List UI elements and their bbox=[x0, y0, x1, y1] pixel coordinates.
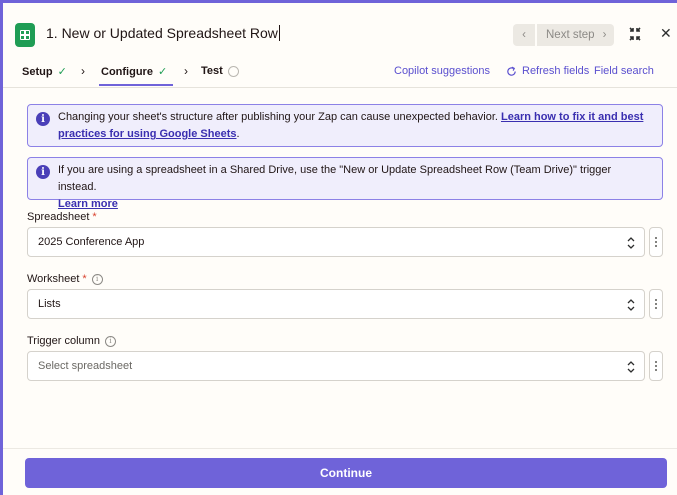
worksheet-select[interactable]: Lists bbox=[27, 289, 645, 319]
worksheet-label: Worksheet * i bbox=[27, 273, 103, 285]
spreadsheet-select[interactable]: 2025 Conference App bbox=[27, 227, 645, 257]
info-icon: i bbox=[36, 165, 50, 179]
step-tabs: Setup ✓ › Configure ✓ › Test Copilot sug… bbox=[3, 60, 677, 88]
check-icon: ✓ bbox=[157, 66, 168, 78]
worksheet-value: Lists bbox=[38, 298, 61, 310]
chevron-right-icon: › bbox=[602, 29, 607, 41]
continue-button[interactable]: Continue bbox=[25, 458, 667, 488]
tab-test-label: Test bbox=[201, 65, 223, 77]
notice-text: If you are using a spreadsheet in a Shar… bbox=[58, 164, 612, 210]
trigger-column-select[interactable]: Select spreadsheet bbox=[27, 351, 645, 381]
tab-configure-label: Configure bbox=[101, 65, 153, 78]
spreadsheet-options-button[interactable] bbox=[649, 227, 663, 257]
spreadsheet-value: 2025 Conference App bbox=[38, 236, 145, 248]
chevron-right-icon: › bbox=[184, 64, 188, 78]
required-marker: * bbox=[82, 273, 87, 285]
field-search-link[interactable]: Field search bbox=[594, 65, 654, 77]
step-title-input[interactable]: 1. New or Updated Spreadsheet Row bbox=[46, 25, 280, 41]
refresh-icon bbox=[507, 66, 516, 76]
trigger-column-label: Trigger column i bbox=[27, 335, 116, 347]
worksheet-options-button[interactable] bbox=[649, 289, 663, 319]
structure-warning-notice: i Changing your sheet's structure after … bbox=[27, 104, 663, 147]
step-header: 1. New or Updated Spreadsheet Row ‹ Next… bbox=[3, 3, 677, 60]
tab-setup[interactable]: Setup ✓ bbox=[22, 65, 67, 79]
close-icon[interactable]: ✕ bbox=[660, 25, 672, 42]
spreadsheet-label: Spreadsheet * bbox=[27, 211, 97, 223]
chevron-right-icon: › bbox=[81, 64, 85, 78]
chevron-up-down-icon bbox=[627, 361, 635, 373]
collapse-icon[interactable] bbox=[628, 26, 642, 42]
next-step-button[interactable]: Next step › bbox=[537, 24, 615, 46]
tab-setup-label: Setup bbox=[22, 65, 53, 78]
refresh-fields-button[interactable]: Refresh fields bbox=[506, 65, 589, 77]
next-step-label: Next step bbox=[546, 29, 595, 41]
info-circle-icon[interactable]: i bbox=[104, 335, 116, 347]
check-icon: ✓ bbox=[57, 66, 67, 78]
tab-configure[interactable]: Configure ✓ bbox=[101, 65, 168, 79]
required-marker: * bbox=[92, 211, 97, 223]
info-icon: i bbox=[36, 112, 50, 126]
chevron-up-down-icon bbox=[627, 299, 635, 311]
pending-circle-icon bbox=[227, 65, 239, 77]
shared-drive-notice: i If you are using a spreadsheet in a Sh… bbox=[27, 157, 663, 210]
google-sheets-icon bbox=[15, 23, 35, 47]
trigger-column-options-button[interactable] bbox=[649, 351, 663, 381]
chevron-up-down-icon bbox=[627, 237, 635, 249]
previous-step-button[interactable]: ‹ bbox=[513, 24, 535, 46]
tab-test[interactable]: Test bbox=[201, 65, 239, 77]
active-tab-indicator bbox=[99, 84, 173, 86]
info-circle-icon[interactable]: i bbox=[91, 273, 103, 285]
step-navigation: ‹ Next step › bbox=[513, 24, 615, 46]
chevron-left-icon: ‹ bbox=[522, 29, 526, 41]
notice-text: Changing your sheet's structure after pu… bbox=[58, 111, 644, 140]
learn-more-link[interactable]: Learn more bbox=[58, 198, 118, 210]
copilot-suggestions-link[interactable]: Copilot suggestions bbox=[394, 65, 490, 77]
trigger-column-placeholder: Select spreadsheet bbox=[38, 360, 133, 372]
